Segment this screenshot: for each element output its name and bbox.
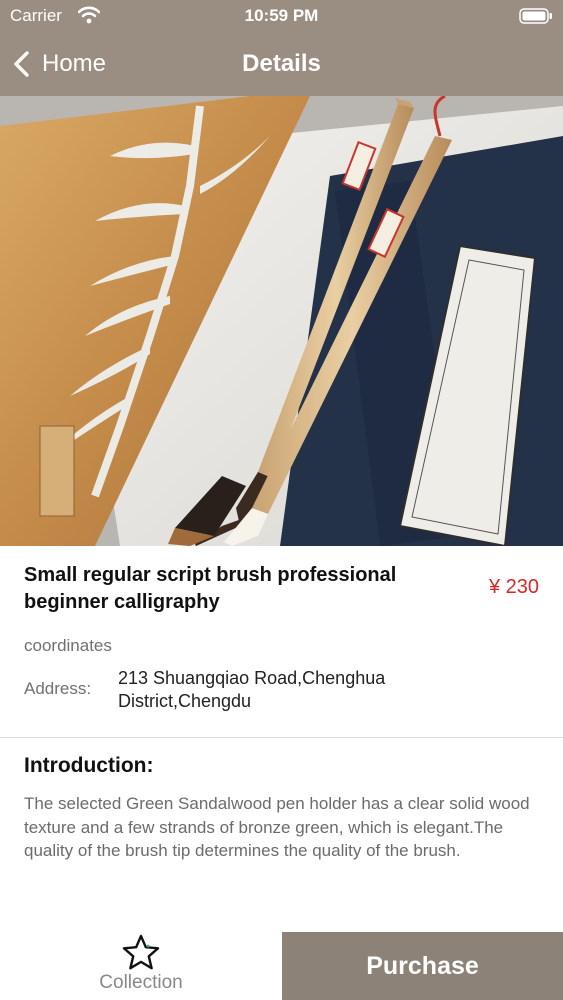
purchase-button[interactable]: Purchase	[282, 932, 563, 1000]
status-time: 10:59 PM	[244, 6, 319, 25]
collection-label: Collection	[99, 972, 183, 993]
navigation-bar: Home Details	[0, 36, 563, 92]
introduction-text: The selected Green Sandalwood pen holder…	[24, 794, 530, 860]
page-title: Details	[242, 50, 321, 77]
product-title: Small regular script brush professional …	[24, 564, 397, 613]
top-bar: Carrier 10:59 PM Home Details	[0, 0, 563, 96]
bottom-action-bar: Collection Purchase	[0, 932, 563, 1000]
coordinates-label: coordinates	[24, 636, 112, 655]
address-label: Address:	[24, 679, 92, 698]
product-image	[0, 96, 563, 546]
product-price: ¥ 230	[488, 576, 539, 598]
divider	[0, 737, 563, 738]
battery-icon	[519, 8, 552, 24]
star-icon	[122, 934, 160, 970]
collection-button[interactable]: Collection	[0, 932, 282, 1000]
status-bar: Carrier 10:59 PM	[0, 0, 563, 32]
address-value: 213 Shuangqiao Road,Chenghua District,Ch…	[118, 668, 386, 711]
introduction-heading: Introduction:	[24, 754, 154, 777]
